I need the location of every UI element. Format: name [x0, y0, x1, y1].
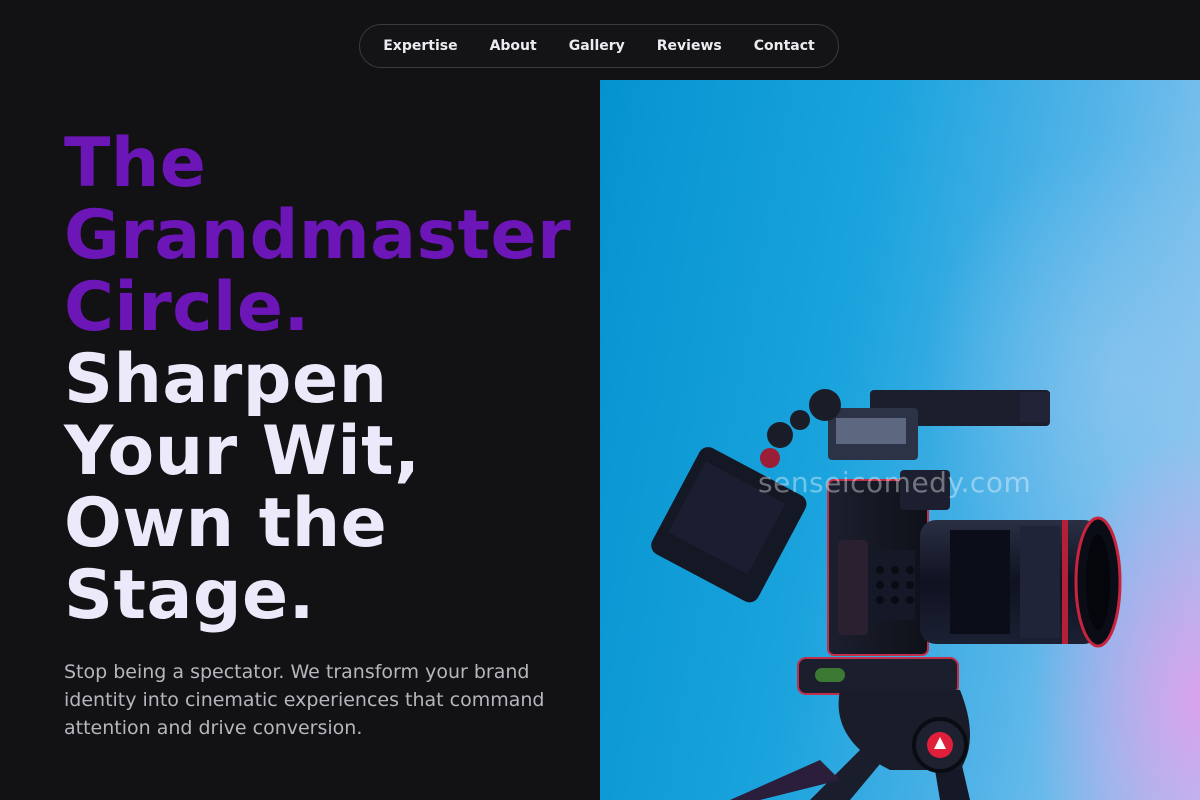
hero-description: Stop being a spectator. We transform you… — [64, 661, 545, 739]
nav-link-expertise[interactable]: Expertise — [383, 38, 457, 54]
main-nav: Expertise About Gallery Reviews Contact — [359, 24, 839, 68]
nav-link-reviews[interactable]: Reviews — [657, 38, 722, 54]
headline-main-line: Stage. — [64, 556, 315, 635]
nav-link-contact[interactable]: Contact — [754, 38, 815, 54]
hero-image: senseicomedy.com — [600, 80, 1200, 800]
headline-main: Sharpen Your Wit, Own the Stage. — [64, 344, 571, 632]
headline-accent-line: Grandmaster — [64, 196, 572, 275]
hero-headline: The Grandmaster Circle. Sharpen Your Wit… — [64, 128, 571, 632]
headline-accent-line: Circle. — [64, 268, 310, 347]
camera-illustration — [651, 389, 1122, 800]
headline-main-line: Sharpen — [64, 340, 388, 419]
headline-main-line: Own the — [64, 484, 388, 563]
headline-accent: The Grandmaster Circle. — [64, 128, 571, 344]
headline-main-line: Your Wit, — [64, 412, 421, 491]
headline-accent-line: The — [64, 124, 207, 203]
image-watermark: senseicomedy.com — [758, 466, 1032, 499]
nav-link-gallery[interactable]: Gallery — [569, 38, 625, 54]
nav-link-about[interactable]: About — [490, 38, 537, 54]
